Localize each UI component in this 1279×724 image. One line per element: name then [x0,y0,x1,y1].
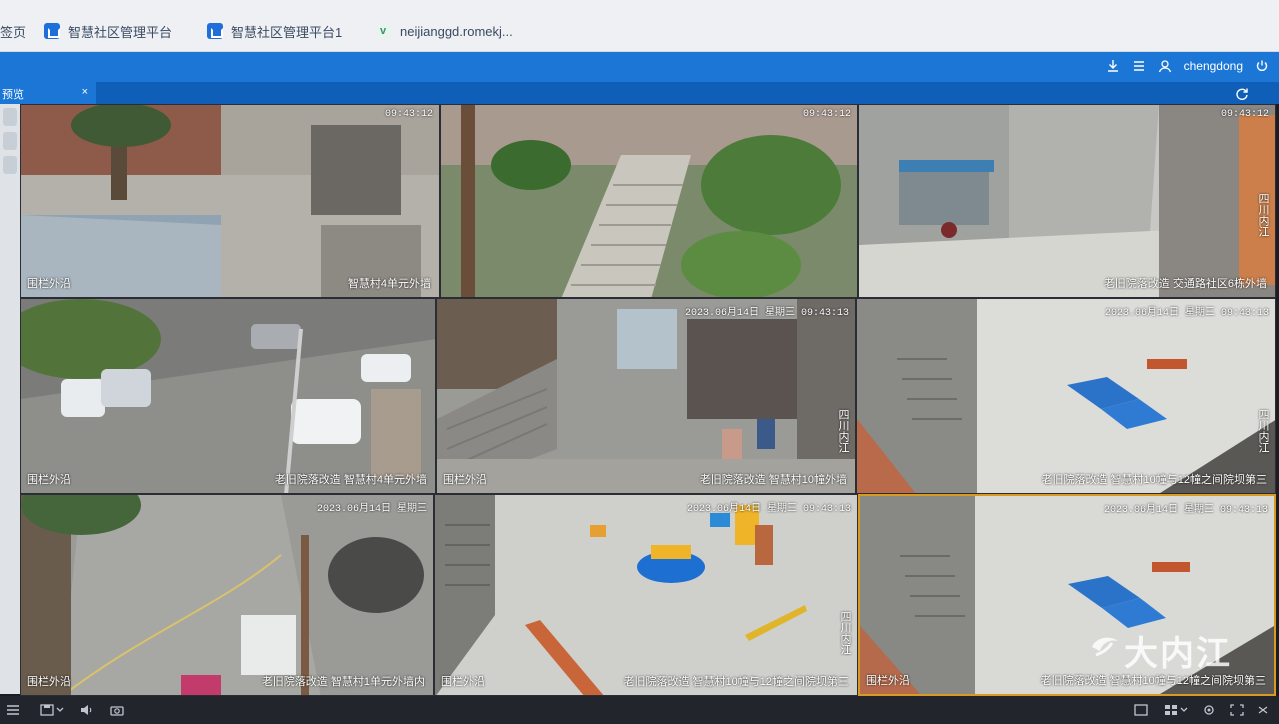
close-icon[interactable]: × [82,86,88,100]
camera-tile-6[interactable]: 2023.06月14日 星期三 09:43:13 四川内江 老旧院落改造 智慧村… [856,298,1276,494]
camera-tile-1[interactable]: 09:43:12 围栏外沿 智慧村4单元外墙 [20,104,440,298]
download-icon[interactable] [1106,59,1120,73]
device-tree-collapsed [0,104,20,694]
chevron-down-icon[interactable] [56,704,64,716]
bookmark-label: neijianggd.romekj... [400,23,513,39]
bookmarks-bar: 签页 智慧社区管理平台 智慧社区管理平台1 neijianggd.romekj.… [0,0,1279,52]
list-icon[interactable] [6,704,20,716]
bookmark-platform-1[interactable]: 智慧社区管理平台1 [207,20,342,42]
watermark-text: 大内江 [1124,634,1232,674]
save-icon[interactable] [40,704,54,716]
camera-caption-vertical: 四川内江 [839,611,851,655]
camera-caption: 老旧院落改造 智慧村1单元外墙内 [261,676,425,688]
sidebar-toggle[interactable] [3,108,17,126]
settings-icon[interactable] [1202,704,1216,716]
watermark-logo [1092,637,1118,657]
refresh-icon[interactable] [1235,87,1249,101]
camera-timestamp: 2023.06月14日 星期三 09:43:13 [1103,505,1268,516]
sidebar-item[interactable] [3,156,17,174]
camera-channel-label: 围栏外沿 [441,676,485,688]
bookmark-label: 智慧社区管理平台 [68,24,173,40]
bookmark-neijiang[interactable]: neijianggd.romekj... [376,20,513,42]
camera-caption-vertical: 四川内江 [1257,193,1269,237]
camera-snapshot-icon[interactable] [110,704,124,716]
camera-timestamp: 09:43:12 [802,109,851,120]
camera-timestamp: 2023.06月14日 星期三 09:43:13 [686,504,851,515]
tab-label: 预览 [2,89,24,101]
platform-icon [207,23,223,39]
camera-timestamp: 2023.06月14日 星期三 [316,504,427,515]
camera-feed [21,105,439,297]
camera-tile-7[interactable]: 2023.06月14日 星期三 围栏外沿 老旧院落改造 智慧村1单元外墙内 [20,494,434,696]
camera-feed [21,495,433,695]
camera-timestamp: 2023.06月14日 星期三 09:43:13 [1104,308,1269,319]
chevron-down-icon[interactable] [1180,704,1188,716]
camera-feed [441,105,857,297]
username[interactable]: chengdong [1184,59,1243,73]
camera-feed [859,105,1275,297]
camera-tile-2[interactable]: 09:43:12 [440,104,858,298]
camera-channel-label: 围栏外沿 [27,676,71,688]
bookmark-label: 智慧社区管理平台1 [231,24,343,40]
camera-caption: 老旧院落改造 智慧村10幢与12幢之间院坝第三 [623,676,849,688]
camera-feed [437,299,855,493]
camera-channel-label: 围栏外沿 [27,278,71,290]
platform-icon [44,23,60,39]
camera-grid: 09:43:12 围栏外沿 智慧村4单元外墙 09:43:12 09:43:12… [20,104,1276,696]
camera-caption: 老旧院落改造 智慧村10幢与12幢之间院坝第三 [1040,675,1266,687]
bookmark-platform[interactable]: 智慧社区管理平台 [44,20,172,42]
camera-tile-3[interactable]: 09:43:12 四川内江 老旧院落改造 交通路社区6栋外墙 [858,104,1276,298]
fullscreen-icon[interactable] [1230,704,1244,716]
menu-icon[interactable] [1132,59,1146,73]
camera-feed [21,299,435,493]
view-tab-bar: 预览 × [0,82,1279,104]
user-icon [1158,60,1171,73]
camera-caption-vertical: 四川内江 [837,409,849,453]
sidebar-search[interactable] [3,132,17,150]
preview-toolbar [0,696,1279,724]
power-icon[interactable] [1255,59,1269,73]
camera-feed [435,495,857,695]
layout-grid-icon[interactable] [1164,704,1178,716]
camera-channel-label: 围栏外沿 [443,474,487,486]
bookmark-tabs[interactable]: 签页 [0,20,26,42]
v-icon [376,23,392,39]
tab-preview[interactable]: 预览 × [0,82,96,104]
header-actions: chengdong [1106,59,1269,73]
app-header: chengdong [0,52,1279,82]
camera-caption: 老旧院落改造 智慧村10幢与12幢之间院坝第三 [1041,474,1267,486]
camera-tile-8[interactable]: 2023.06月14日 星期三 09:43:13 围栏外沿 四川内江 老旧院落改… [434,494,858,696]
camera-tile-5[interactable]: 2023.06月14日 星期三 09:43:13 围栏外沿 四川内江 老旧院落改… [436,298,856,494]
camera-caption: 老旧院落改造 交通路社区6栋外墙 [1103,278,1267,290]
bookmark-label: 签页 [0,24,27,40]
camera-feed [857,299,1275,493]
camera-caption: 老旧院落改造 智慧村10幢外墙 [699,474,847,486]
camera-caption-vertical: 四川内江 [1257,409,1269,453]
camera-channel-label: 围栏外沿 [866,675,910,687]
volume-icon[interactable] [80,704,94,716]
window-icon[interactable] [1134,704,1148,716]
camera-timestamp: 2023.06月14日 星期三 09:43:13 [684,308,849,319]
expand-icon[interactable] [1256,704,1270,716]
camera-caption: 智慧村4单元外墙 [347,278,431,290]
camera-timestamp: 09:43:12 [384,109,433,120]
camera-timestamp: 09:43:12 [1220,109,1269,120]
camera-caption: 老旧院落改造 智慧村4单元外墙 [274,474,427,486]
camera-channel-label: 围栏外沿 [27,474,71,486]
camera-tile-4[interactable]: 围栏外沿 老旧院落改造 智慧村4单元外墙 [20,298,436,494]
